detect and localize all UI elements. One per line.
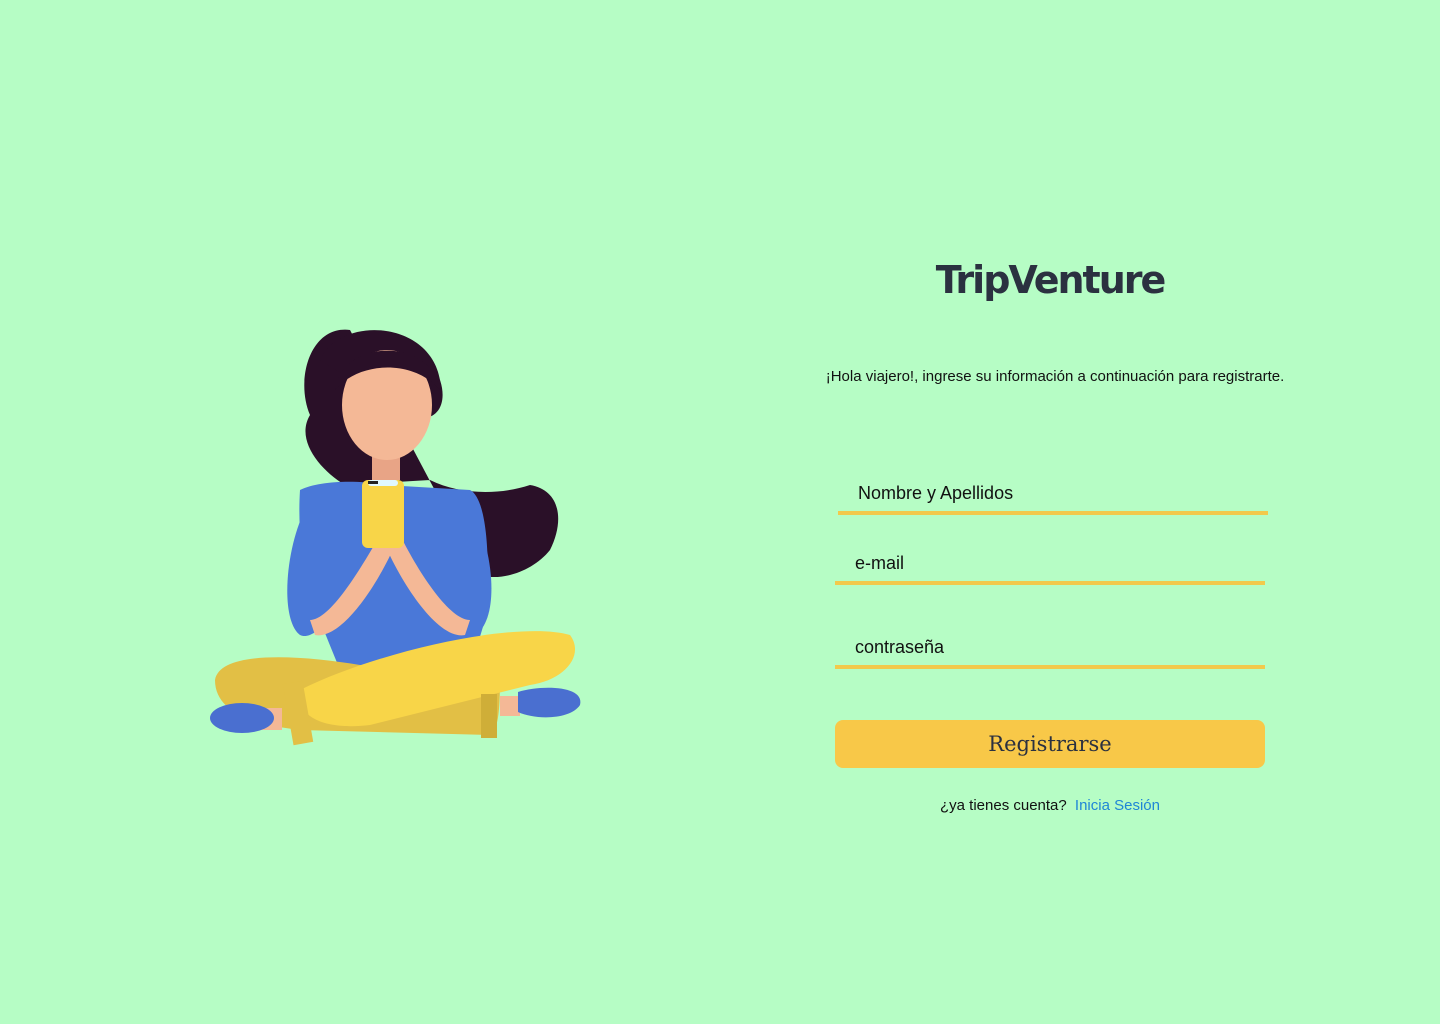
- login-question: ¿ya tienes cuenta?: [940, 797, 1067, 814]
- login-link[interactable]: Inicia Sesión: [1075, 797, 1160, 814]
- signup-page: TripVenture ¡Hola viajero!, ingrese su i…: [0, 0, 1440, 1024]
- password-field: [835, 629, 1265, 669]
- brand-title: TripVenture: [935, 258, 1167, 302]
- name-field: [838, 475, 1268, 515]
- name-input[interactable]: [838, 475, 1268, 511]
- register-button[interactable]: Registrarse: [835, 720, 1265, 768]
- greeting-text: ¡Hola viajero!, ingrese su información a…: [825, 368, 1285, 385]
- woman-with-phone-illustration: [210, 329, 581, 746]
- email-field: [835, 545, 1265, 585]
- login-prompt: ¿ya tienes cuenta? Inicia Sesión: [830, 797, 1270, 814]
- password-input[interactable]: [835, 629, 1265, 665]
- email-input[interactable]: [835, 545, 1265, 581]
